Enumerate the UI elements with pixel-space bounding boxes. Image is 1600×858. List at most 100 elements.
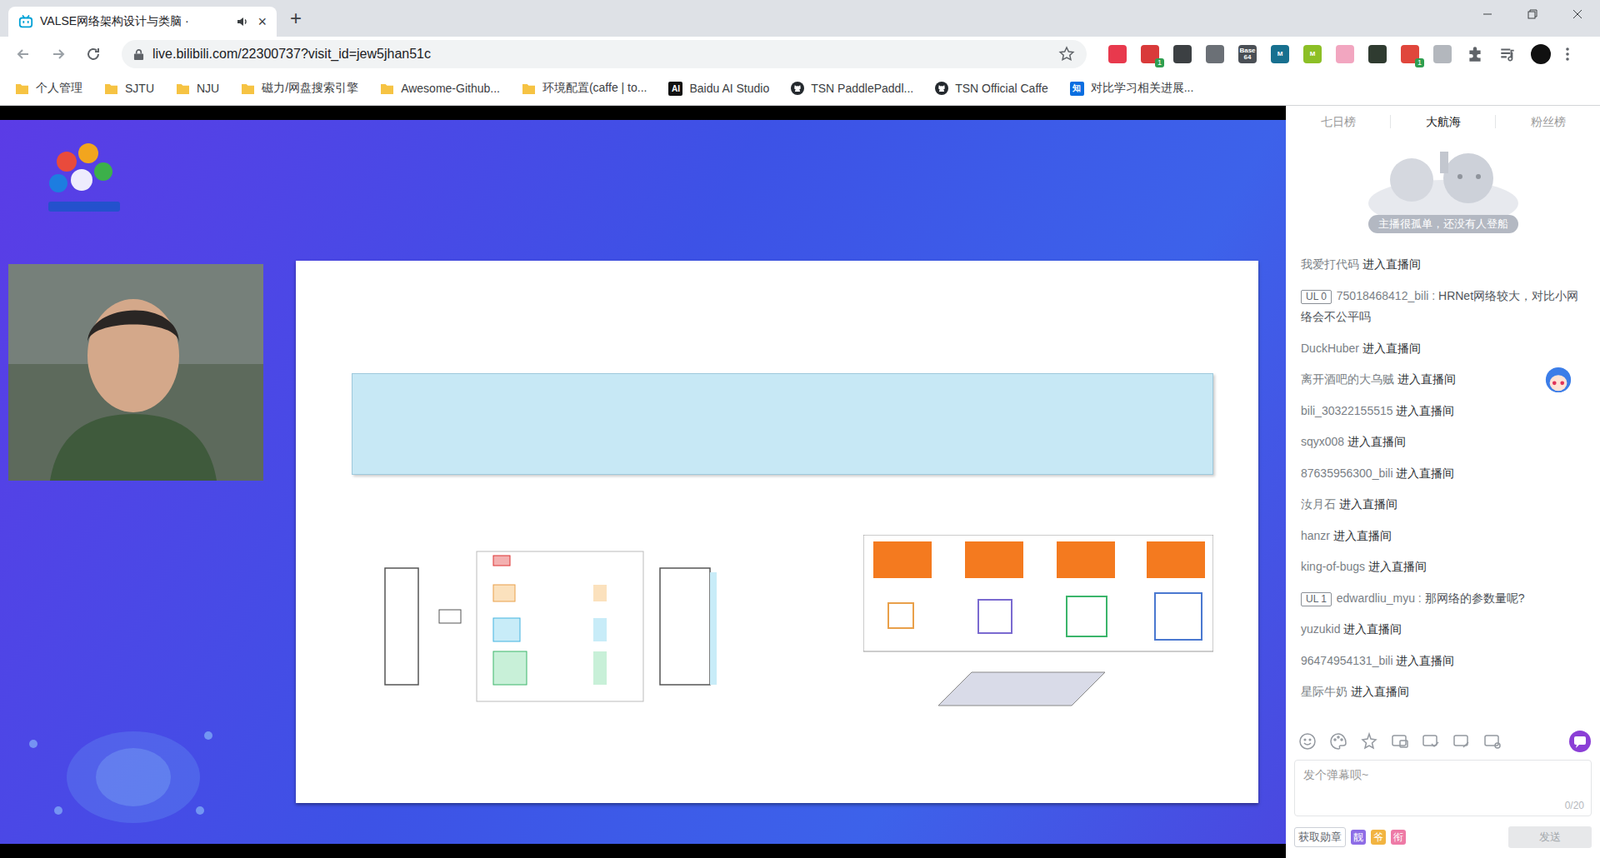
new-tab-button[interactable]: + [290,8,302,29]
bookmark[interactable]: 知 对比学习相关进展... [1070,80,1195,96]
chat-message: DuckHuber 进入直播间 [1300,333,1580,365]
extension-icon[interactable]: M [1303,45,1322,64]
close-tab-button[interactable]: × [255,14,269,30]
emoji-icon[interactable] [1297,731,1318,752]
user-name[interactable]: king-of-bugs [1300,560,1365,574]
close-icon [1572,9,1583,20]
user-name[interactable]: bili_30322155515 [1300,404,1394,418]
chat-message: 96474954131_bili 进入直播间 [1300,645,1580,678]
screen-icon[interactable] [1482,731,1503,752]
comment-text: 那网络的参数量呢? [1425,591,1525,605]
bilibili-icon [18,14,34,30]
slide-callout [351,373,1214,475]
extension-icon[interactable] [1205,45,1225,64]
user-name[interactable]: edwardliu_myu [1336,591,1415,605]
chat-message: sqyx008 进入直播间 [1300,426,1580,459]
screen-icon[interactable] [1390,731,1410,752]
puzzle-icon[interactable] [1465,45,1485,64]
rank-tab[interactable]: 大航海 [1390,115,1495,129]
extension-icon[interactable]: 1 [1140,45,1160,64]
menu-icon[interactable] [1565,45,1570,63]
extension-icon[interactable] [1433,45,1452,64]
screen-icon[interactable] [1451,731,1472,752]
user-name[interactable]: 星际牛奶 [1300,685,1348,699]
sparkle-icon[interactable] [1359,731,1380,752]
back-button[interactable] [10,40,37,68]
bookmark[interactable]: 个人管理 [15,80,83,96]
input-placeholder: 发个弹幕呗~ [1303,768,1369,782]
bookmark[interactable]: AI Baidu AI Studio [668,81,770,96]
extension-icon[interactable] [1335,45,1355,64]
bookmark[interactable]: TSN PaddlePaddl... [790,81,914,95]
privilege-badge[interactable]: 爷 [1370,830,1386,845]
user-name[interactable]: yuzukid [1300,622,1340,636]
enter-text: 进入直播间 [1395,466,1455,480]
enter-text: 进入直播间 [1395,654,1455,668]
address-bar[interactable]: live.bilibili.com/22300737?visit_id=jew5… [121,40,1087,69]
screen-icon[interactable] [1420,731,1441,752]
bookmark[interactable]: NJU [175,81,220,95]
chat-message: 汝月石 进入直播间 [1300,489,1580,521]
profile-avatar[interactable] [1530,44,1551,65]
extension-icon[interactable] [1173,45,1192,64]
minimize-icon [1482,9,1493,20]
minimize-button[interactable] [1465,0,1510,29]
user-name[interactable]: sqyx008 [1300,435,1345,449]
reload-button[interactable] [80,40,107,68]
playlist-icon[interactable] [1498,45,1517,64]
chat-message: UL 1 edwardliu_myu : 那网络的参数量呢? [1300,583,1580,615]
browser-tab[interactable]: VALSE网络架构设计与类脑 · × [8,6,277,37]
extension-icon[interactable] [1368,45,1387,64]
close-window-button[interactable] [1555,0,1600,29]
folder-icon [175,82,190,95]
enter-text: 进入直播间 [1368,560,1427,574]
folder-icon [521,82,536,95]
url-text: live.bilibili.com/22300737?visit_id=jew5… [152,46,1050,62]
rank-tabs: 七日榜大航海粉丝榜 [1285,105,1600,138]
bookmark-star-icon[interactable] [1058,45,1075,63]
restore-button[interactable] [1510,0,1555,29]
github-icon [790,81,805,95]
slide-figures [351,535,1214,719]
bookmark[interactable]: 磁力/网盘搜索引擎 [240,80,359,96]
user-name[interactable]: 75018468412_bili [1336,289,1430,303]
privilege-badge[interactable]: 衔 [1390,830,1406,845]
rank-tab[interactable]: 粉丝榜 [1495,115,1600,129]
extension-icon[interactable] [1108,45,1127,64]
chat-message: hanzr 进入直播间 [1300,520,1580,553]
extension-bar: 1 Base 64 M M 1 [1108,44,1570,65]
enter-text: 进入直播间 [1350,685,1410,699]
chat-bubble-icon[interactable] [1568,730,1592,754]
get-medal-button[interactable]: 获取勋章 [1294,827,1346,848]
user-name[interactable]: 96474954131_bili [1300,654,1394,668]
live-sidebar: 七日榜大航海粉丝榜 主播很孤单，还没有人登船 我爱打代码 进入直播间 UL 0 … [1285,105,1600,858]
browser-toolbar: live.bilibili.com/22300737?visit_id=jew5… [0,36,1600,72]
send-button[interactable]: 发送 [1508,826,1592,849]
empty-state: 主播很孤单，还没有人登船 [1285,137,1600,245]
bookmarks-bar: 个人管理 SJTU NJU 磁力/网盘搜索引擎 Awesome-Github..… [0,71,1600,106]
forward-button[interactable] [45,40,72,68]
presentation-slide [295,260,1259,804]
live-video[interactable] [0,105,1286,858]
speaker-icon[interactable] [235,15,250,29]
extension-icon[interactable]: Base 64 [1238,45,1257,64]
back-arrow-icon [15,45,32,63]
privilege-badge[interactable]: 靓 [1350,830,1366,845]
bookmark[interactable]: SJTU [104,81,155,95]
danmaku-input[interactable]: 发个弹幕呗~ 0/20 [1294,760,1592,817]
user-name[interactable]: 汝月石 [1300,497,1336,511]
extension-icon[interactable]: 1 [1400,45,1420,64]
user-name[interactable]: hanzr [1300,529,1330,543]
bookmark[interactable]: 环境配置(caffe | to... [521,80,648,96]
folder-icon [104,82,119,95]
user-name[interactable]: DuckHuber [1300,341,1360,355]
user-name[interactable]: 我爱打代码 [1300,257,1360,271]
ppm-diagram-icon [351,535,750,719]
extension-icon[interactable]: M [1270,45,1290,64]
palette-icon[interactable] [1328,731,1349,752]
user-name[interactable]: 离开酒吧的大乌贼 [1300,372,1395,386]
rank-tab[interactable]: 七日榜 [1285,115,1390,129]
bookmark[interactable]: TSN Official Caffe [935,81,1049,95]
user-name[interactable]: 87635956300_bili [1300,466,1394,480]
bookmark[interactable]: Awesome-Github... [380,81,500,95]
